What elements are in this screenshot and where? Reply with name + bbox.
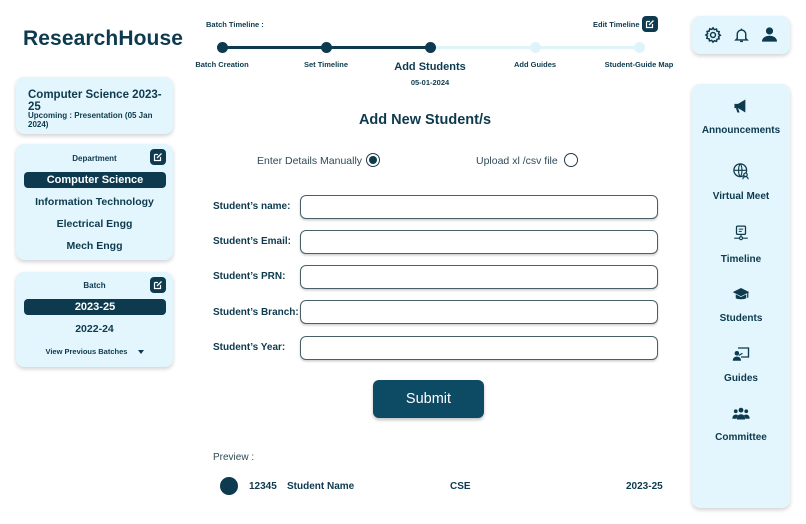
- nav-label: Announcements: [701, 125, 781, 136]
- caret-down-icon: [137, 350, 144, 355]
- department-item[interactable]: Electrical Engg: [16, 218, 173, 230]
- timeline-step-dot[interactable]: [633, 42, 645, 53]
- nav-item-guides[interactable]: Guides: [692, 346, 790, 384]
- timeline-step-label: Student-Guide Map: [604, 60, 674, 69]
- timeline-segment: [222, 46, 326, 49]
- timeline-segment: [326, 46, 430, 49]
- timeline-step-dot[interactable]: [424, 42, 436, 53]
- student-name-input[interactable]: [300, 195, 658, 219]
- timeline-step-label: Set Timeline: [303, 60, 349, 69]
- submit-button[interactable]: Submit: [373, 380, 484, 418]
- edit-icon: [153, 281, 162, 290]
- timeline-step-label: Add Guides: [513, 60, 557, 69]
- timeline-label: Batch Timeline :: [206, 20, 264, 29]
- form-title: Add New Student/s: [358, 112, 492, 128]
- upload-file-radio[interactable]: [564, 153, 578, 167]
- manual-entry-label: Enter Details Manually: [257, 155, 363, 167]
- batch-item[interactable]: 2022-24: [16, 323, 173, 335]
- batch-info-card: Computer Science 2023-25 Upcoming : Pres…: [16, 77, 173, 134]
- graduation-cap-icon: [732, 288, 750, 300]
- timeline-step-date: 05-01-2024: [410, 78, 450, 87]
- student-avatar: [220, 477, 238, 495]
- nav-label: Virtual Meet: [712, 191, 770, 202]
- presenter-icon: [732, 347, 750, 361]
- group-icon: [732, 407, 750, 420]
- edit-timeline-button[interactable]: [642, 16, 658, 32]
- preview-name: Student Name: [287, 481, 355, 492]
- edit-icon: [153, 153, 162, 162]
- nav-label: Timeline: [720, 254, 762, 265]
- nav-label: Guides: [724, 373, 758, 384]
- nav-item-virtual-meet[interactable]: Virtual Meet: [692, 162, 790, 202]
- department-item-selected[interactable]: Computer Science: [24, 172, 166, 188]
- view-previous-label: View Previous Batches: [45, 347, 128, 356]
- edit-timeline-label: Edit Timeline: [593, 20, 640, 29]
- student-prn-label: Student’s PRN:: [213, 271, 286, 282]
- nav-item-timeline[interactable]: Timeline: [692, 225, 790, 265]
- student-email-input[interactable]: [300, 230, 658, 254]
- radio-selected-dot: [369, 156, 377, 164]
- department-item[interactable]: Mech Engg: [16, 240, 173, 252]
- nav-label: Committee: [715, 432, 767, 443]
- gear-icon[interactable]: [704, 26, 722, 49]
- timeline-segment: [430, 46, 535, 49]
- upcoming-event: Upcoming : Presentation (05 Jan 2024): [28, 111, 153, 129]
- view-previous-batches[interactable]: View Previous Batches: [16, 347, 173, 356]
- preview-label: Preview :: [213, 452, 255, 463]
- timeline-icon: [734, 225, 748, 241]
- preview-batch: 2023-25: [626, 481, 663, 492]
- department-card: Department Computer Science Information …: [16, 144, 173, 260]
- manual-entry-radio[interactable]: [366, 153, 380, 167]
- globe-user-icon: [733, 163, 749, 180]
- side-navigation: Announcements Virtual Meet Timeline Stud…: [692, 84, 790, 508]
- preview-branch: CSE: [450, 481, 471, 492]
- student-email-label: Student’s Email:: [213, 236, 291, 247]
- batch-card: Batch 2023-25 2022-24 View Previous Batc…: [16, 272, 173, 367]
- student-name-label: Student’s name:: [213, 201, 291, 212]
- timeline-step-dot[interactable]: [529, 42, 541, 53]
- student-branch-label: Student’s Branch:: [213, 307, 299, 318]
- student-prn-input[interactable]: [300, 265, 658, 289]
- student-year-input[interactable]: [300, 336, 658, 360]
- edit-department-button[interactable]: [150, 149, 166, 165]
- edit-batch-button[interactable]: [150, 277, 166, 293]
- timeline-step-label: Add Students: [394, 61, 466, 73]
- top-icon-bar: [692, 16, 790, 54]
- nav-item-committee[interactable]: Committee: [692, 406, 790, 443]
- upload-file-label: Upload xl /csv file: [476, 155, 558, 167]
- student-year-label: Student’s Year:: [213, 342, 286, 353]
- bell-icon[interactable]: [733, 26, 750, 49]
- edit-icon: [645, 20, 654, 29]
- preview-prn: 12345: [249, 481, 277, 492]
- department-item[interactable]: Information Technology: [16, 196, 173, 208]
- user-icon[interactable]: [760, 25, 779, 49]
- timeline-step-dot[interactable]: [320, 42, 332, 53]
- megaphone-icon: [734, 99, 746, 113]
- timeline-segment: [535, 46, 639, 49]
- brand-logo: ResearchHouse: [23, 27, 184, 50]
- nav-item-students[interactable]: Students: [692, 286, 790, 324]
- batch-item-selected[interactable]: 2023-25: [24, 299, 166, 315]
- nav-item-announcements[interactable]: Announcements: [692, 98, 790, 136]
- batch-info-title: Computer Science 2023-25: [28, 89, 162, 113]
- preview-row: 12345 Student Name CSE 2023-25: [220, 477, 670, 495]
- student-branch-input[interactable]: [300, 300, 658, 324]
- nav-label: Students: [719, 313, 763, 324]
- timeline-step-dot[interactable]: [216, 42, 228, 53]
- timeline-step-label: Batch Creation: [195, 60, 249, 69]
